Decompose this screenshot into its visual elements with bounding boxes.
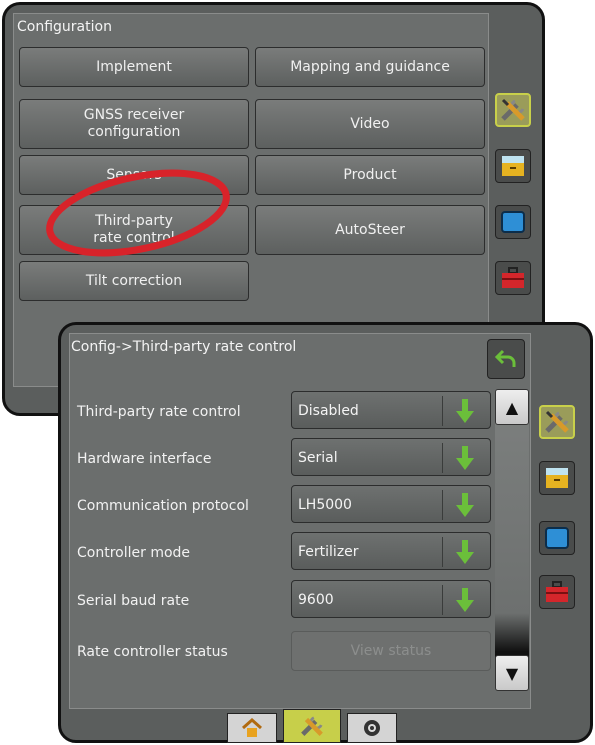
third-party-rate-control-panel: Config->Third-party rate control Third-p… bbox=[58, 322, 593, 743]
protocol-select[interactable]: LH5000 bbox=[291, 485, 491, 523]
baud-rate-value: 9600 bbox=[298, 592, 334, 608]
video-button[interactable]: Video bbox=[255, 99, 485, 149]
view-status-button: View status bbox=[291, 631, 491, 671]
protocol-value: LH5000 bbox=[298, 497, 352, 513]
toolbox-tab[interactable] bbox=[495, 261, 531, 295]
dropdown-arrow-icon bbox=[456, 399, 474, 423]
scrollbar[interactable] bbox=[495, 391, 529, 687]
storage-box-icon bbox=[546, 468, 568, 488]
configuration-title: Configuration bbox=[17, 19, 112, 35]
third-party-select[interactable]: Disabled bbox=[291, 391, 491, 429]
wrench-screwdriver-icon bbox=[545, 410, 569, 433]
wrench-screwdriver-icon bbox=[301, 716, 323, 736]
row-label-status: Rate controller status bbox=[77, 644, 228, 660]
toolbox-icon bbox=[502, 267, 524, 288]
screen-tab[interactable] bbox=[539, 521, 575, 555]
baud-rate-select[interactable]: 9600 bbox=[291, 580, 491, 618]
dropdown-arrow-icon bbox=[456, 493, 474, 517]
toolbox-tab[interactable] bbox=[539, 575, 575, 609]
mapping-guidance-button[interactable]: Mapping and guidance bbox=[255, 47, 485, 87]
implement-button[interactable]: Implement bbox=[19, 47, 249, 87]
controller-mode-select[interactable]: Fertilizer bbox=[291, 532, 491, 570]
camera-tab[interactable] bbox=[347, 713, 397, 743]
scroll-down-button[interactable]: ▼ bbox=[495, 655, 529, 691]
breadcrumb: Config->Third-party rate control bbox=[71, 339, 297, 355]
screen-icon bbox=[545, 527, 569, 549]
hardware-interface-select[interactable]: Serial bbox=[291, 438, 491, 476]
screen-icon bbox=[501, 211, 525, 233]
storage-box-icon bbox=[502, 156, 524, 176]
storage-tab[interactable] bbox=[539, 461, 575, 495]
scroll-up-button[interactable]: ▲ bbox=[495, 389, 529, 425]
home-tab[interactable] bbox=[227, 713, 277, 743]
dropdown-arrow-icon bbox=[456, 540, 474, 564]
product-button[interactable]: Product bbox=[255, 155, 485, 195]
controller-mode-value: Fertilizer bbox=[298, 544, 359, 560]
back-button[interactable] bbox=[487, 339, 525, 379]
row-label-controller-mode: Controller mode bbox=[77, 545, 191, 561]
toolbox-icon bbox=[546, 581, 568, 602]
screen-tab[interactable] bbox=[495, 205, 531, 239]
tools-tab[interactable] bbox=[539, 405, 575, 439]
storage-tab[interactable] bbox=[495, 149, 531, 183]
row-label-protocol: Communication protocol bbox=[77, 498, 249, 514]
gnss-receiver-button[interactable]: GNSS receiver configuration bbox=[19, 99, 249, 149]
dropdown-arrow-icon bbox=[456, 446, 474, 470]
dropdown-arrow-icon bbox=[456, 588, 474, 612]
hardware-interface-value: Serial bbox=[298, 450, 338, 466]
back-arrow-icon bbox=[494, 349, 516, 367]
third-party-value: Disabled bbox=[298, 403, 359, 419]
row-label-baud-rate: Serial baud rate bbox=[77, 593, 190, 609]
home-icon bbox=[242, 718, 262, 737]
tools-bottom-tab[interactable] bbox=[283, 709, 341, 743]
tilt-correction-button[interactable]: Tilt correction bbox=[19, 261, 249, 301]
tools-tab[interactable] bbox=[495, 93, 531, 127]
row-label-hardware: Hardware interface bbox=[77, 451, 212, 467]
highlight-circle bbox=[46, 169, 230, 257]
camera-icon bbox=[364, 720, 380, 736]
autosteer-button[interactable]: AutoSteer bbox=[255, 205, 485, 255]
bottom-nav bbox=[227, 709, 399, 743]
wrench-screwdriver-icon bbox=[501, 98, 525, 121]
row-label-third-party: Third-party rate control bbox=[77, 404, 241, 420]
